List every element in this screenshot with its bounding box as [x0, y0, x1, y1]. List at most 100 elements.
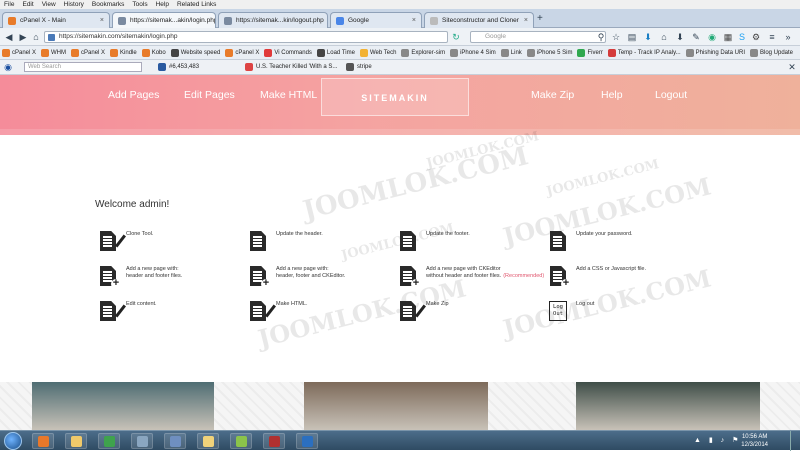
home-icon[interactable]: ⌂ — [30, 31, 42, 43]
bookmark-item[interactable]: iPhone 4 Sim — [450, 49, 496, 57]
menu-tools[interactable]: Tools — [132, 1, 147, 8]
action-item[interactable]: Make HTML. — [248, 300, 307, 322]
watermark: JOOMLOK.COM — [545, 157, 661, 200]
taskbar-explorer-icon[interactable] — [65, 433, 87, 449]
new-tab-button[interactable]: + — [537, 13, 543, 24]
stripe-button[interactable]: stripe — [346, 63, 372, 71]
url-bar[interactable]: https://sitemakin.com/sitemakin/login.ph… — [44, 31, 448, 43]
search-bar[interactable]: Google — [470, 31, 606, 43]
nav-edit-pages[interactable]: Edit Pages — [184, 89, 235, 101]
action-item[interactable]: Update the footer. — [398, 230, 470, 252]
bookmark-item[interactable]: Load Time — [317, 49, 355, 57]
taskbar-notepad-icon[interactable] — [230, 433, 252, 449]
taskbar-network-icon[interactable] — [131, 433, 153, 449]
search-icon[interactable]: ⚲ — [595, 31, 607, 43]
back-button[interactable]: ◀ — [3, 31, 15, 43]
system-tray[interactable]: ▲ ▮ ♪ ⚑ — [694, 436, 741, 444]
bookmark-favicon-icon — [41, 49, 49, 57]
action-item[interactable]: +Add a new page with CKEditorwithout hea… — [398, 265, 544, 287]
bookmark-item[interactable]: cPanel X — [2, 49, 36, 57]
bookmark-item[interactable]: iPhone 5 Sim — [527, 49, 573, 57]
menu-related-links[interactable]: Related Links — [177, 1, 216, 8]
menu-view[interactable]: View — [42, 1, 56, 8]
action-item[interactable]: Edit content. — [98, 300, 157, 322]
tab-2[interactable]: https://sitemak...kin/logout.php× — [218, 12, 328, 28]
download-icon[interactable]: ⬇ — [642, 31, 654, 43]
action-item[interactable]: + Add a CSS or Javascript file. — [548, 265, 646, 287]
add-page-icon: + — [98, 265, 118, 287]
bookmark-item[interactable]: Kobo — [142, 49, 166, 57]
bookmark-item[interactable]: Kindle — [110, 49, 137, 57]
action-item[interactable]: +Add a new page with:header and footer f… — [98, 265, 182, 287]
close-tab-icon[interactable]: × — [100, 17, 104, 24]
alexa-counter[interactable]: #6,453,483 — [158, 63, 199, 71]
bookmark-item[interactable]: Vi Commands — [264, 49, 312, 57]
skype-icon[interactable]: S — [736, 31, 748, 43]
bookmark-item[interactable]: Link — [501, 49, 522, 57]
action-item[interactable]: Update the header. — [248, 230, 323, 252]
close-toolbar-icon[interactable]: ✕ — [786, 61, 798, 73]
bookmark-item[interactable]: Phishing Data URI — [686, 49, 745, 57]
action-item[interactable]: Update your password. — [548, 230, 633, 252]
overflow-icon[interactable]: » — [782, 31, 794, 43]
tab-4[interactable]: Siteconstructor and Cloner× — [424, 12, 534, 28]
bookmark-item[interactable]: Explorer-sim — [401, 49, 445, 57]
bookmark-item[interactable]: Website speed — [171, 49, 221, 57]
action-item[interactable]: +Add a new page with:header, footer and … — [248, 265, 345, 287]
news-ticker[interactable]: U.S. Teacher Killed 'With a S... — [245, 63, 337, 71]
menu-bookmarks[interactable]: Bookmarks — [92, 1, 125, 8]
bookmark-item[interactable]: Fiverr — [577, 49, 602, 57]
site-logo[interactable]: SITEMAKIN — [321, 78, 469, 116]
menu-history[interactable]: History — [64, 1, 84, 8]
addon-icon[interactable]: ✎ — [690, 31, 702, 43]
bookmark-item[interactable]: WHM — [41, 49, 66, 57]
web-search-input[interactable]: Web Search — [24, 62, 142, 72]
close-tab-icon[interactable]: × — [524, 17, 528, 24]
reading-list-icon[interactable]: ▤ — [626, 31, 638, 43]
bookmark-item[interactable]: Web Tech — [360, 49, 396, 57]
stats-icon[interactable]: ▦ — [722, 31, 734, 43]
tab-1[interactable]: https://sitemak...akin/login.php× — [112, 12, 216, 28]
action-item[interactable]: Clone Tool. — [98, 230, 153, 252]
menu-help[interactable]: Help — [156, 1, 169, 8]
taskbar-photoshop-icon[interactable] — [296, 433, 318, 449]
action-label: Add a new page with CKEditorwithout head… — [426, 266, 544, 280]
close-tab-icon[interactable]: × — [412, 17, 416, 24]
menu-icon[interactable]: ≡ — [766, 31, 778, 43]
taskbar-pdf-icon[interactable] — [263, 433, 285, 449]
forward-button[interactable]: ▶ — [17, 31, 29, 43]
show-desktop-button[interactable] — [790, 431, 800, 451]
bookmark-item[interactable]: Temp - Track IP Analy... — [608, 49, 681, 57]
site-identity-icon[interactable] — [48, 34, 55, 41]
menu-file[interactable]: File — [4, 1, 14, 8]
menu-edit[interactable]: Edit — [22, 1, 33, 8]
nav-make-zip[interactable]: Make Zip — [531, 89, 574, 101]
clock[interactable]: 10:56 AM 12/3/2014 — [741, 433, 768, 449]
toolbar-logo-icon[interactable]: ◉ — [2, 61, 14, 73]
taskbar-chrome-icon[interactable] — [98, 433, 120, 449]
start-button[interactable] — [4, 432, 22, 450]
nav-logout[interactable]: Logout — [655, 89, 687, 101]
extension-icon[interactable]: ◉ — [706, 31, 718, 43]
action-text: Add a CSS or Javascript file. — [576, 266, 646, 273]
add-page-icon: + — [548, 265, 568, 287]
downloads-icon[interactable]: ⬇ — [674, 31, 686, 43]
action-item[interactable]: Log OutLog out — [548, 300, 594, 322]
bookmark-item[interactable]: Blog Update — [750, 49, 793, 57]
taskbar-firefox-icon[interactable] — [32, 433, 54, 449]
nav-help[interactable]: Help — [601, 89, 623, 101]
action-item[interactable]: Make Zip — [398, 300, 449, 322]
tool-icon[interactable]: ⚙ — [750, 31, 762, 43]
bookmark-item[interactable]: cPanel X — [71, 49, 105, 57]
tab-3[interactable]: Google× — [330, 12, 422, 28]
tab-0[interactable]: cPanel X - Main× — [2, 12, 110, 28]
bookmark-item[interactable]: cPanel X — [225, 49, 259, 57]
reload-icon[interactable]: ↻ — [450, 31, 462, 43]
bookmark-favicon-icon — [2, 49, 10, 57]
taskbar-folder-icon[interactable] — [197, 433, 219, 449]
nav-make-html[interactable]: Make HTML — [260, 89, 317, 101]
bookmark-star-icon[interactable]: ☆ — [610, 31, 622, 43]
taskbar-virtualbox-icon[interactable] — [164, 433, 186, 449]
home-button-icon[interactable]: ⌂ — [658, 31, 670, 43]
nav-add-pages[interactable]: Add Pages — [108, 89, 159, 101]
